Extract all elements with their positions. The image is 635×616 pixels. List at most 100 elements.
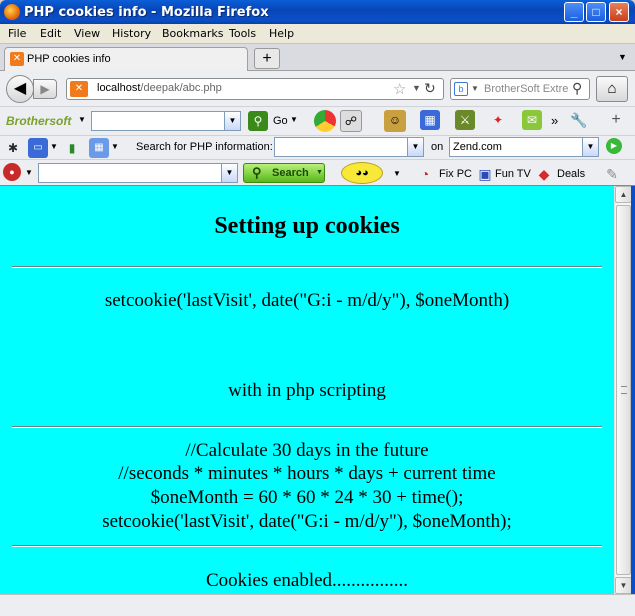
- calendar-icon[interactable]: ▦: [89, 138, 109, 158]
- code-line-4: setcookie('lastVisit', date("G:i - m/d/y…: [102, 511, 512, 532]
- apps-icon[interactable]: ▦: [420, 110, 440, 130]
- window-titlebar[interactable]: PHP cookies info - Mozilla Firefox _ □ ×: [0, 0, 635, 24]
- navigation-bar: ◀ ▶ ✕ localhost/deepak/abc.php ☆ ▼ ↻ b ▼…: [0, 71, 635, 106]
- on-label: on: [431, 141, 444, 153]
- magnifier-icon[interactable]: ⚲: [572, 80, 582, 97]
- maximize-button[interactable]: □: [586, 2, 606, 22]
- brothersoft-search-combo[interactable]: ▼: [91, 111, 241, 131]
- scroll-down-button[interactable]: ▼: [615, 577, 632, 594]
- go-label[interactable]: Go: [273, 115, 288, 127]
- tv-icon[interactable]: ▣: [475, 164, 495, 184]
- go-dropdown-icon[interactable]: ▼: [290, 115, 298, 124]
- eraser-icon[interactable]: ✎: [602, 164, 622, 184]
- search-engine-icon[interactable]: b: [454, 82, 468, 96]
- brothersoft-toolbar: Brothersoft ▼ ▼ ⚲ Go ▼ ☍ ☺ ▦ ⚔ ✦ ✉ » 🔧 +: [0, 106, 635, 135]
- tab-list-chevron-icon[interactable]: ▼: [618, 52, 627, 62]
- url-host: localhost: [97, 82, 141, 94]
- monitor-icon[interactable]: ▭: [28, 138, 48, 158]
- go-play-icon[interactable]: ▶: [606, 138, 622, 154]
- menu-view[interactable]: View: [74, 27, 100, 40]
- smiley-icon[interactable]: ◕◕: [341, 162, 383, 184]
- scroll-thumb[interactable]: [616, 205, 631, 575]
- scroll-grip-icon: [621, 386, 627, 394]
- code-line-3: $oneMonth = 60 * 60 * 24 * 30 + time();: [150, 487, 464, 508]
- window-frame-right: [631, 186, 635, 616]
- deals-button[interactable]: Deals: [557, 168, 585, 180]
- divider-2: [12, 426, 602, 428]
- chrome-icon[interactable]: [314, 110, 336, 132]
- toolbar-overflow-chevron[interactable]: »: [551, 113, 558, 128]
- search-button-dropdown-icon: ▼: [316, 169, 323, 176]
- search-button[interactable]: ⚲ Search ▼: [243, 163, 325, 183]
- menu-file[interactable]: File: [8, 27, 26, 40]
- search-bar[interactable]: b ▼ BrotherSoft Extre ⚲: [450, 78, 590, 100]
- fixpc-button[interactable]: Fix PC: [439, 168, 472, 180]
- cookies-status-line: Cookies enabled................: [205, 570, 409, 591]
- brothersoft-logo[interactable]: Brothersoft: [6, 114, 71, 128]
- menu-bar: File Edit View History Bookmarks Tools H…: [0, 24, 635, 44]
- ladybug-dropdown-icon[interactable]: ▼: [25, 168, 33, 177]
- php-search-toolbar: ✱ ▭ ▼ ▮ ▦ ▼ Search for PHP information: …: [0, 135, 635, 159]
- status-bar: [0, 594, 635, 616]
- add-button-icon[interactable]: +: [606, 110, 626, 130]
- search-engine-select[interactable]: Zend.com ▼: [449, 137, 599, 157]
- deals-tag-icon[interactable]: ◆: [534, 164, 554, 184]
- game-icon[interactable]: ☺: [384, 110, 406, 132]
- bookmark-star-icon[interactable]: ☆: [393, 80, 406, 98]
- php-search-label: Search for PHP information:: [136, 141, 273, 153]
- home-button[interactable]: ⌂: [596, 76, 628, 102]
- ribbon-icon[interactable]: ✦: [488, 110, 508, 130]
- chart-icon[interactable]: ▮: [62, 138, 82, 158]
- menu-bookmarks[interactable]: Bookmarks: [162, 27, 223, 40]
- toolbar-search-input[interactable]: ▼: [38, 163, 238, 183]
- smiley-dropdown-icon[interactable]: ▼: [393, 169, 401, 178]
- url-history-dropdown-icon[interactable]: ▼: [412, 83, 421, 93]
- page-heading: Setting up cookies: [214, 213, 400, 239]
- menu-help[interactable]: Help: [269, 27, 294, 40]
- monitor-dropdown-icon[interactable]: ▼: [50, 142, 58, 151]
- vertical-scrollbar[interactable]: ▲ ▼: [614, 186, 632, 594]
- setcookie-line: setcookie('lastVisit', date("G:i - m/d/y…: [104, 290, 510, 311]
- site-identity-icon[interactable]: ✕: [70, 81, 88, 97]
- back-button[interactable]: ◀: [6, 75, 34, 103]
- url-path: /deepak/abc.php: [140, 82, 222, 94]
- page-content: Setting up cookies setcookie('lastVisit'…: [0, 186, 614, 612]
- toolbar-search-dropdown-icon[interactable]: ▼: [221, 164, 237, 182]
- search-engine-dropdown-icon[interactable]: ▼: [471, 84, 479, 93]
- engine-dropdown-icon[interactable]: ▼: [582, 138, 598, 156]
- tab-php-cookies-info[interactable]: ✕ PHP cookies info: [4, 47, 248, 71]
- tab-strip: ✕ PHP cookies info + ▼: [0, 44, 635, 71]
- sword-icon[interactable]: ⚔: [455, 110, 475, 130]
- share-icon[interactable]: ☍: [340, 110, 362, 132]
- php-search-dropdown-icon[interactable]: ▼: [407, 138, 423, 156]
- gauge-icon[interactable]: ◔: [415, 164, 435, 184]
- tab-label: PHP cookies info: [27, 53, 111, 65]
- url-text[interactable]: localhost/deepak/abc.php: [97, 82, 222, 94]
- xampp-favicon-icon: ✕: [10, 52, 24, 66]
- search-toolbar: ● ▼ ▼ ⚲ Search ▼ ◕◕ ▼ ◔ Fix PC ▣ Fun TV …: [0, 159, 635, 186]
- brand-dropdown-icon[interactable]: ▼: [78, 115, 86, 124]
- search-magnifier-icon[interactable]: ⚲: [248, 111, 268, 131]
- calendar-dropdown-icon[interactable]: ▼: [111, 142, 119, 151]
- menu-tools[interactable]: Tools: [229, 27, 256, 40]
- wrench-icon[interactable]: 🔧: [569, 110, 589, 130]
- forward-button[interactable]: ▶: [33, 79, 57, 99]
- close-button[interactable]: ×: [609, 2, 629, 22]
- bug-icon[interactable]: ✱: [3, 138, 23, 158]
- scroll-up-button[interactable]: ▲: [615, 186, 632, 203]
- menu-edit[interactable]: Edit: [40, 27, 61, 40]
- php-search-input[interactable]: ▼: [274, 137, 424, 157]
- new-tab-button[interactable]: +: [254, 48, 280, 69]
- search-button-magnifier-icon: ⚲: [252, 165, 262, 180]
- chat-icon[interactable]: ✉: [522, 110, 542, 130]
- search-input[interactable]: BrotherSoft Extre: [484, 83, 569, 95]
- url-bar[interactable]: ✕ localhost/deepak/abc.php ☆ ▼ ↻: [66, 78, 444, 100]
- combo-dropdown-icon[interactable]: ▼: [224, 112, 240, 130]
- divider-3: [12, 545, 602, 547]
- code-line-2: //seconds * minutes * hours * days + cur…: [118, 463, 496, 484]
- funtv-button[interactable]: Fun TV: [495, 168, 531, 180]
- minimize-button[interactable]: _: [564, 2, 584, 22]
- reload-icon[interactable]: ↻: [424, 80, 436, 97]
- menu-history[interactable]: History: [112, 27, 151, 40]
- ladybug-icon[interactable]: ●: [3, 163, 21, 181]
